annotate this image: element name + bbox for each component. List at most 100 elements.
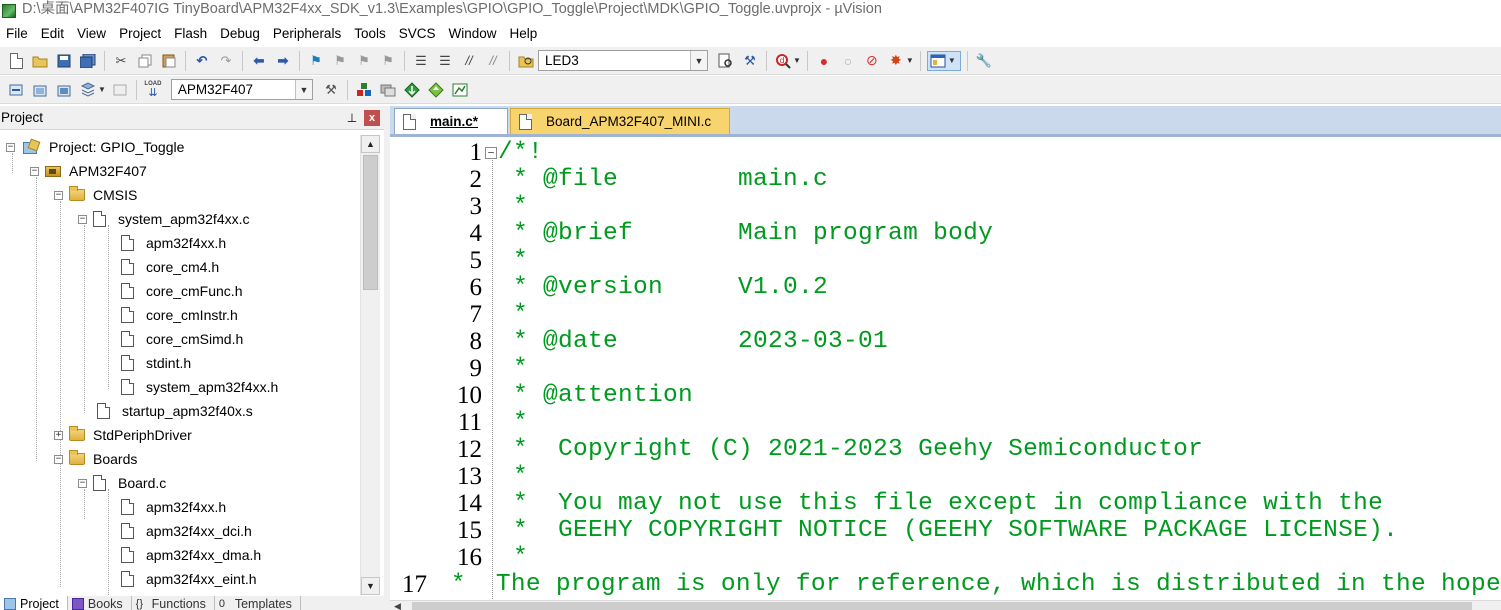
build-button[interactable] [30,80,50,100]
scroll-down-icon[interactable]: ▼ [361,577,380,595]
code-line[interactable]: 5 * [390,247,1501,275]
save-button[interactable] [54,51,74,71]
chevron-down-icon[interactable]: ▼ [906,56,914,65]
menu-tools[interactable]: Tools [348,22,393,46]
scrollbar-thumb[interactable] [412,602,1472,610]
unindent-button[interactable]: ☰ [435,51,455,71]
tree-item-header[interactable]: core_cm4.h [121,255,219,279]
tab-main-c[interactable]: main.c* [394,108,508,134]
uncomment-button[interactable]: // [483,51,503,71]
configure-button[interactable]: 🔧 [974,51,994,71]
tree-item-project[interactable]: − Project: GPIO_Toggle [6,135,184,159]
collapse-icon[interactable]: − [30,166,39,176]
redo-button[interactable]: ↷ [216,51,236,71]
new-file-button[interactable] [6,51,26,71]
navigate-back-button[interactable]: ⬅ [249,51,269,71]
tab-books[interactable]: Books [68,596,132,610]
bookmark-prev-button[interactable]: ⚑ [330,51,350,71]
tree-item-header[interactable]: core_cmFunc.h [121,279,242,303]
cut-button[interactable]: ✂ [111,51,131,71]
pack-installer-button[interactable] [402,80,422,100]
code-line[interactable]: 4 * @brief Main program body [390,220,1501,248]
tree-item-file[interactable]: − system_apm32f4xx.c [78,207,250,231]
tree-item-group[interactable]: − CMSIS [54,183,137,207]
tree-item-group[interactable]: + StdPeriphDriver [54,423,192,447]
chevron-down-icon[interactable]: ▼ [294,80,312,99]
translate-button[interactable] [6,80,26,100]
copy-button[interactable] [135,51,155,71]
collapse-icon[interactable]: − [6,142,15,152]
fold-collapse-icon[interactable]: − [485,146,497,159]
navigate-forward-button[interactable]: ➡ [273,51,293,71]
save-all-button[interactable] [78,51,98,71]
chevron-down-icon[interactable]: ▼ [793,56,801,65]
tree-item-group[interactable]: − Boards [54,447,137,471]
code-line[interactable]: 14 * You may not use this file except in… [390,490,1501,518]
bookmark-next-button[interactable]: ⚑ [354,51,374,71]
menu-svcs[interactable]: SVCS [393,22,443,46]
manage-components-button[interactable] [354,80,374,100]
menu-debug[interactable]: Debug [214,22,267,46]
undo-button[interactable]: ↶ [192,51,212,71]
project-vertical-scrollbar[interactable]: ▲ ▼ [360,135,380,595]
paste-button[interactable] [159,51,179,71]
tab-templates[interactable]: 0 Templates [215,596,301,610]
code-line[interactable]: 15 * GEEHY COPYRIGHT NOTICE (GEEHY SOFTW… [390,517,1501,545]
code-line[interactable]: 10 * @attention [390,382,1501,410]
stop-build-button[interactable] [110,80,130,100]
expand-icon[interactable]: + [54,430,63,440]
code-editor[interactable]: 1−/*! 2 * @file main.c 3 * 4 * @brief Main … [390,134,1501,600]
close-icon[interactable]: x [364,109,380,126]
tree-item-header[interactable]: apm32f4xx.h [121,495,226,519]
code-line[interactable]: 16 * [390,544,1501,572]
find-combo[interactable]: LED3 ▼ [538,50,708,71]
code-line[interactable]: 7 * [390,301,1501,329]
menu-window[interactable]: Window [442,22,503,46]
download-button[interactable]: LOAD ⇊ [143,80,163,100]
source-browser-button[interactable]: ⚒ [740,51,760,71]
find-in-files-button[interactable] [516,51,536,71]
menu-help[interactable]: Help [504,22,545,46]
window-layout-button[interactable]: ▼ [926,50,961,71]
menu-project[interactable]: Project [113,22,168,46]
scrollbar-thumb[interactable] [363,155,378,290]
incremental-find-button[interactable] [716,51,736,71]
tab-project[interactable]: Project [0,596,68,610]
tree-item-header[interactable]: core_cmInstr.h [121,303,238,327]
kill-all-breakpoints-button[interactable]: ✸ [886,51,906,71]
start-debug-button[interactable]: d [773,51,793,71]
editor-horizontal-scrollbar[interactable]: ◀ [390,600,1501,610]
tab-board-c[interactable]: Board_APM32F407_MINI.c [510,108,730,134]
insert-breakpoint-button[interactable]: ● [814,51,834,71]
tree-item-header[interactable]: apm32f4xx_dma.h [121,543,261,567]
chevron-down-icon[interactable]: ▼ [98,85,106,94]
collapse-icon[interactable]: − [54,454,63,464]
menu-peripherals[interactable]: Peripherals [267,22,348,46]
target-options-button[interactable]: ⚒ [321,80,341,100]
code-line[interactable]: 1−/*! [390,139,1501,167]
batch-build-button[interactable] [78,80,98,100]
scroll-up-icon[interactable]: ▲ [361,135,380,153]
event-recorder-button[interactable] [450,80,470,100]
collapse-icon[interactable]: − [78,478,87,488]
tree-item-header[interactable]: system_apm32f4xx.h [121,375,278,399]
code-line[interactable]: 2 * @file main.c [390,166,1501,194]
code-line[interactable]: 6 * @version V1.0.2 [390,274,1501,302]
collapse-icon[interactable]: − [54,190,63,200]
target-select[interactable]: APM32F407 ▼ [170,79,313,100]
code-line[interactable]: 9 * [390,355,1501,383]
menu-flash[interactable]: Flash [168,22,214,46]
bookmark-toggle-button[interactable]: ⚑ [306,51,326,71]
tree-item-target[interactable]: − APM32F407 [30,159,147,183]
indent-button[interactable]: ☰ [411,51,431,71]
menu-file[interactable]: File [0,22,35,46]
menu-edit[interactable]: Edit [35,22,71,46]
rte-button[interactable] [426,80,446,100]
code-line[interactable]: 13 * [390,463,1501,491]
scroll-left-icon[interactable]: ◀ [394,601,401,610]
tab-functions[interactable]: {} Functions [132,596,215,610]
collapse-icon[interactable]: − [78,214,87,224]
menu-view[interactable]: View [71,22,113,46]
rebuild-button[interactable] [54,80,74,100]
code-line[interactable]: 12 * Copyright (C) 2021-2023 Geehy Semic… [390,436,1501,464]
